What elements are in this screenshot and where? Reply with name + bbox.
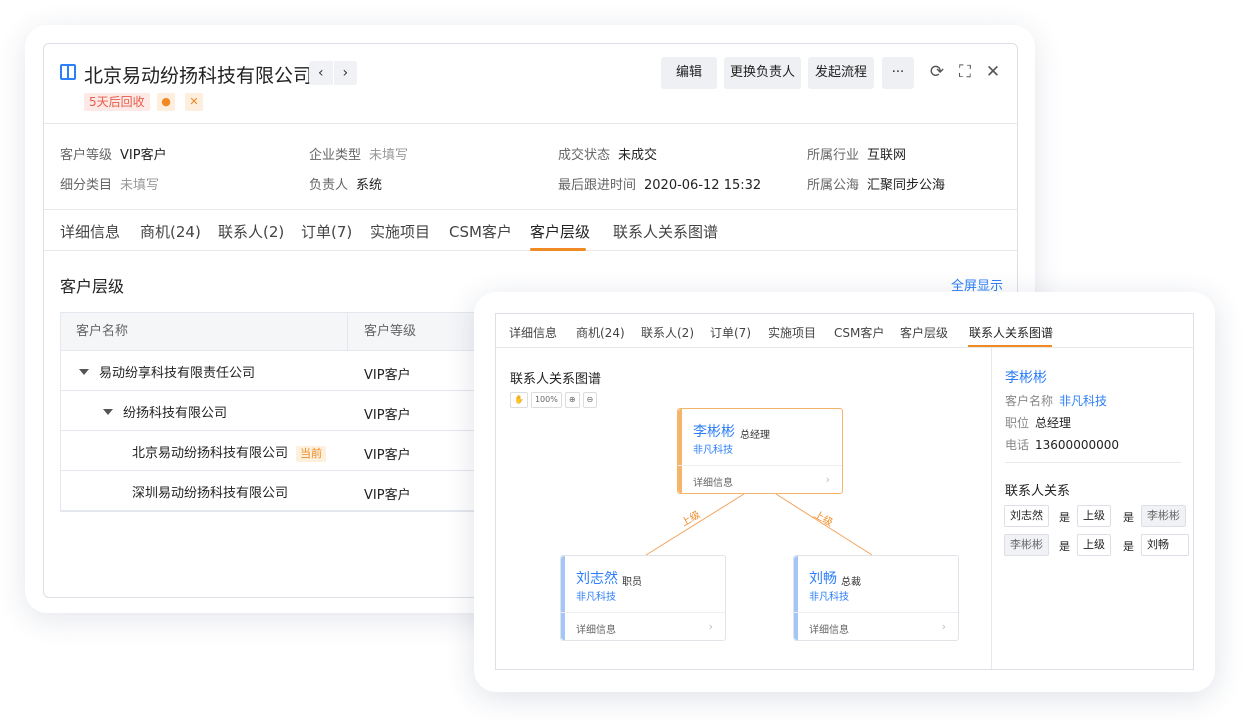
refresh-icon[interactable]: ⟳ (927, 62, 947, 82)
section-title: 客户层级 (60, 277, 125, 296)
graph-node-right[interactable]: 刘畅 总裁 非凡科技 详细信息 › (793, 555, 959, 641)
node-role: 总裁 (841, 577, 861, 588)
graph-node-root[interactable]: 李彬彬 总经理 非凡科技 详细信息 › (677, 408, 843, 494)
node-detail-link[interactable]: 详细信息 › (561, 612, 725, 642)
divider (1005, 462, 1181, 463)
node-name: 李彬彬 (693, 424, 735, 440)
info-last-followup: 最后跟进时间 2020-06-12 15:32 (558, 178, 762, 193)
contact-customer: 客户名称 非凡科技 (1005, 394, 1108, 408)
edge-line (645, 493, 745, 556)
contact-phone: 电话 13600000000 (1005, 438, 1119, 452)
info-industry: 所属行业 互联网 (807, 148, 907, 163)
tab-orders[interactable]: 订单(7) (301, 221, 352, 242)
relation-person-b: 李彬彬 (1141, 505, 1186, 527)
chevron-right-icon: › (941, 620, 946, 633)
contact-name: 李彬彬 (1005, 370, 1047, 386)
page-title: 北京易动纷扬科技有限公司 (84, 65, 313, 87)
tab-projects[interactable]: 实施项目 (370, 221, 430, 242)
edit-button[interactable]: 编辑 (661, 57, 717, 89)
company-icon (60, 64, 76, 80)
node-company: 非凡科技 (809, 592, 849, 603)
more-button[interactable]: ··· (882, 57, 914, 89)
table-row[interactable]: 北京易动纷扬科技有限公司 当前 VIP客户 (61, 431, 479, 471)
node-company: 非凡科技 (576, 592, 616, 603)
tab-csm[interactable]: CSM客户 (449, 221, 512, 242)
table-row[interactable]: 深圳易动纷扬科技有限公司 VIP客户 (61, 471, 479, 511)
relation-person-a: 李彬彬 (1004, 534, 1049, 556)
fullscreen-icon[interactable]: ⛶ (955, 62, 975, 82)
info-deal-status: 成交状态 未成交 (558, 148, 658, 163)
graph-node-left[interactable]: 刘志然 职员 非凡科技 详细信息 › (560, 555, 726, 641)
relation-person-b[interactable]: 刘畅 (1141, 534, 1189, 556)
info-customer-level: 客户等级 VIP客户 (60, 148, 167, 163)
recycle-tag: 5天后回收 (84, 93, 150, 111)
location-icon[interactable]: ● (157, 93, 175, 111)
tab-details[interactable]: 详细信息 (60, 221, 120, 242)
node-name: 刘畅 (809, 571, 837, 587)
detail-header: 北京易动纷扬科技有限公司 ‹ › 5天后回收 ● ✕ 编辑 更换负责人 发起流程… (44, 44, 1017, 124)
chevron-right-icon: › (708, 620, 713, 633)
relation-is: 是 (1059, 511, 1070, 524)
tab-contacts[interactable]: 联系人(2) (218, 221, 284, 242)
contact-position: 职位 总经理 (1005, 416, 1072, 430)
hierarchy-table: 客户名称 客户等级 易动纷享科技有限责任公司 VIP客户 纷扬科技有限公司 VI… (60, 312, 481, 512)
tab-opportunities[interactable]: 商机(24) (140, 221, 201, 242)
tag-x-icon[interactable]: ✕ (185, 93, 203, 111)
table-row[interactable]: 易动纷享科技有限责任公司 VIP客户 (61, 351, 479, 391)
active-tab-indicator (530, 248, 586, 251)
close-icon[interactable]: ✕ (983, 62, 1003, 82)
chevron-right-icon[interactable]: › (332, 61, 358, 85)
relation-is: 是 (1059, 540, 1070, 553)
node-name: 刘志然 (576, 571, 618, 587)
node-detail-link[interactable]: 详细信息 › (794, 612, 958, 642)
chevron-right-icon: › (825, 473, 830, 486)
info-public-pool: 所属公海 汇聚同步公海 (807, 178, 946, 193)
relations-title: 联系人关系 (1005, 484, 1071, 499)
detail-tabs: 详细信息 商机(24) 联系人(2) 订单(7) 实施项目 CSM客户 客户层级… (44, 209, 1017, 251)
caret-down-icon[interactable] (79, 369, 89, 375)
info-company-type: 企业类型 未填写 (309, 148, 409, 163)
relation-type[interactable]: 上级 (1077, 505, 1111, 527)
col-header-name[interactable]: 客户名称 (61, 313, 348, 351)
chevron-left-icon[interactable]: ‹ (309, 61, 333, 85)
contact-side-panel: 李彬彬 客户名称 非凡科技 职位 总经理 电话 13600000000 联系人关系 刘… (991, 348, 1193, 669)
info-sub-category: 细分类目 未填写 (60, 178, 160, 193)
node-role: 总经理 (740, 430, 770, 441)
relation-is: 是 (1123, 540, 1134, 553)
record-nav: ‹ › (309, 61, 357, 85)
col-header-level[interactable]: 客户等级 (348, 313, 481, 351)
node-company: 非凡科技 (693, 445, 733, 456)
node-role: 职员 (622, 577, 642, 588)
caret-down-icon[interactable] (103, 409, 113, 415)
table-row[interactable]: 纷扬科技有限公司 VIP客户 (61, 391, 479, 431)
current-tag: 当前 (296, 446, 327, 462)
change-owner-button[interactable]: 更换负责人 (724, 57, 801, 89)
relation-is: 是 (1123, 511, 1134, 524)
tab-customer-hierarchy[interactable]: 客户层级 (530, 221, 590, 242)
start-flow-button[interactable]: 发起流程 (808, 57, 874, 89)
info-owner: 负责人 系统 (309, 178, 383, 193)
node-detail-link[interactable]: 详细信息 › (678, 465, 842, 495)
contact-graph-window: 详细信息 商机(24) 联系人(2) 订单(7) 实施项目 CSM客户 客户层级… (495, 313, 1194, 670)
relation-person-a[interactable]: 刘志然 (1004, 505, 1049, 527)
tab-contact-graph[interactable]: 联系人关系图谱 (613, 221, 718, 242)
relation-type[interactable]: 上级 (1077, 534, 1111, 556)
